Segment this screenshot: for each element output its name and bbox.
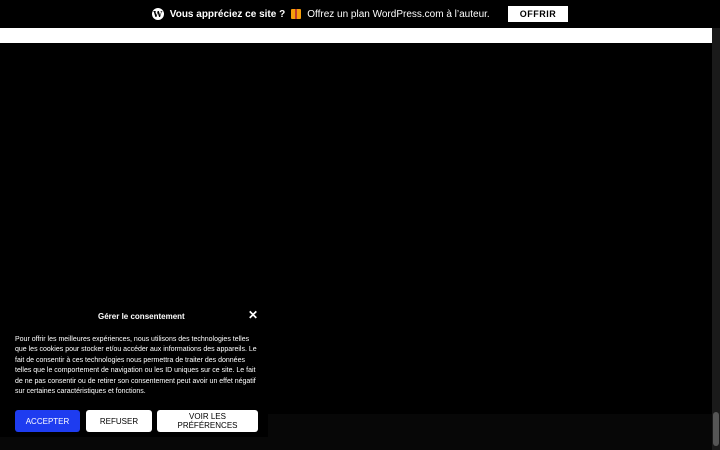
close-icon[interactable]: ✕ [248, 309, 258, 321]
site-header-bar [0, 28, 712, 43]
accept-button[interactable]: ACCEPTER [15, 410, 80, 432]
banner-question: Vous appréciez ce site ? [169, 8, 286, 20]
scrollbar-thumb[interactable] [713, 412, 719, 446]
preferences-button[interactable]: VOIR LES PRÉFÉRENCES [157, 410, 258, 432]
refuse-button[interactable]: REFUSER [86, 410, 152, 432]
consent-title: Gérer le consentement [98, 312, 185, 321]
gift-icon [291, 9, 302, 19]
offer-button[interactable]: OFFRIR [507, 6, 569, 22]
support-banner: W Vous appréciez ce site ? Offrez un pla… [0, 0, 720, 28]
page-scrollbar[interactable] [712, 28, 720, 450]
consent-dialog: Gérer le consentement ✕ Pour offrir les … [0, 305, 268, 437]
banner-offer-text: Offrez un plan WordPress.com à l’auteur. [307, 8, 490, 20]
consent-body: Pour offrir les meilleures expériences, … [15, 336, 257, 396]
wordpress-icon: W [151, 8, 164, 20]
